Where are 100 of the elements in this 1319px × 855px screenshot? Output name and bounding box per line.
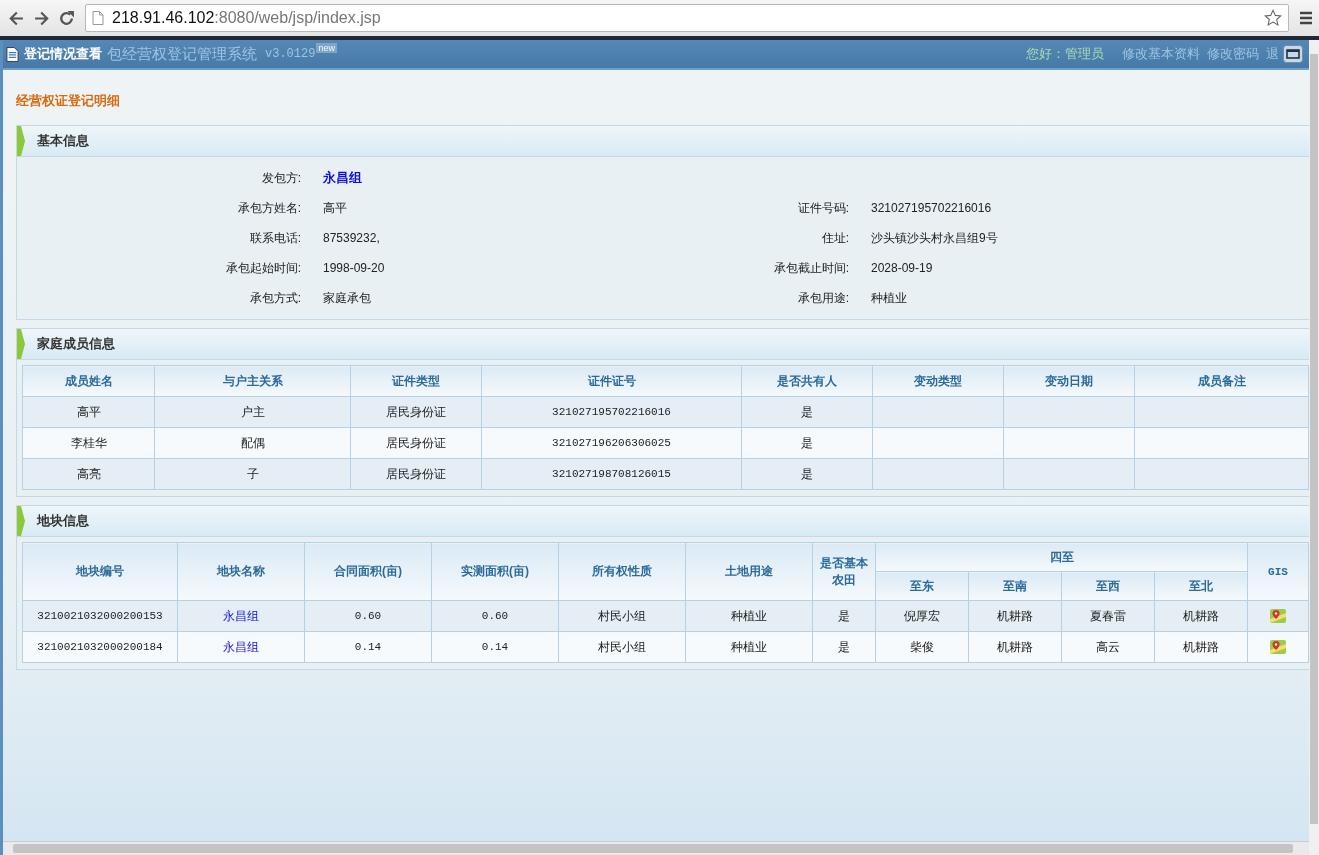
table-cell: 户主 <box>154 396 351 428</box>
table-cell: 0.14 <box>431 631 559 663</box>
section-title: 基本信息 <box>37 132 89 150</box>
table-cell: 321027195702216016 <box>481 396 742 428</box>
column-header: 是否基本农田 <box>812 542 876 601</box>
table-cell: 配偶 <box>154 427 351 459</box>
table-cell: 3210021032000200184 <box>22 631 178 663</box>
table-cell: 倪厚宏 <box>875 600 969 632</box>
table-cell: 0.60 <box>431 600 559 632</box>
user-name: 管理员 <box>1065 45 1104 63</box>
column-header: 变动类型 <box>872 365 1004 397</box>
document-icon <box>6 46 19 62</box>
field-link[interactable]: 永昌组 <box>323 169 703 187</box>
column-group-header: 四至 <box>875 542 1248 572</box>
table-cell: 3210021032000200153 <box>22 600 178 632</box>
field-label: 承包方式: <box>248 289 301 307</box>
table-cell: 居民身份证 <box>350 458 482 490</box>
field-label: 承包截止时间: <box>772 259 849 277</box>
table-cell: 是 <box>741 427 873 459</box>
vertical-scrollbar[interactable] <box>1309 40 1319 855</box>
page-icon <box>92 11 104 25</box>
table-cell: 是 <box>741 458 873 490</box>
section-marker-icon <box>17 329 25 359</box>
table-cell: 居民身份证 <box>350 396 482 428</box>
column-header: GIS <box>1247 542 1309 601</box>
field-label: 联系电话: <box>248 229 301 247</box>
section-marker-icon <box>17 126 25 156</box>
column-header: 证件证号 <box>481 365 742 397</box>
map-pin-icon[interactable] <box>1270 608 1286 624</box>
table-cell: 机耕路 <box>1154 600 1248 632</box>
column-header: 至东 <box>875 571 969 601</box>
table-cell: 0.14 <box>304 631 432 663</box>
table-cell: 机耕路 <box>968 631 1062 663</box>
column-header: 证件类型 <box>350 365 482 397</box>
column-header: 合同面积(亩) <box>304 542 432 601</box>
table-cell: 0.60 <box>304 600 432 632</box>
table-cell: 村民小组 <box>558 631 686 663</box>
field-label: 承包用途: <box>796 289 849 307</box>
field-value: 87539232, <box>323 231 381 245</box>
field-label: 承包方姓名: <box>236 199 301 217</box>
column-header: 所有权性质 <box>558 542 686 601</box>
field-label: 发包方: <box>260 169 301 187</box>
url-text: 218.91.46.102:8080/web/jsp/index.jsp <box>112 9 382 27</box>
section-title: 地块信息 <box>37 512 89 530</box>
column-header: 至西 <box>1061 571 1155 601</box>
map-pin-icon[interactable] <box>1270 639 1286 655</box>
version-label: v3.0129 <box>265 47 316 61</box>
column-header: 变动日期 <box>1003 365 1135 397</box>
table-cell: 高平 <box>22 396 155 428</box>
column-header: 成员姓名 <box>22 365 155 397</box>
star-icon[interactable] <box>1264 9 1282 27</box>
field-label: 住址: <box>820 229 849 247</box>
table-cell: 321027196206306025 <box>481 427 742 459</box>
table-cell: 是 <box>741 396 873 428</box>
field-value: 2028-09-19 <box>871 261 934 275</box>
table-cell: 李桂华 <box>22 427 155 459</box>
table-cell: 是 <box>812 600 876 632</box>
table-cell: 高亮 <box>22 458 155 490</box>
column-header: 土地用途 <box>685 542 813 601</box>
column-header: 至南 <box>968 571 1062 601</box>
table-cell: 子 <box>154 458 351 490</box>
column-header: 地块编号 <box>22 542 178 601</box>
column-header: 实测面积(亩) <box>431 542 559 601</box>
field-value: 家庭承包 <box>323 289 372 307</box>
dialog-title: 登记情况查看 <box>24 45 102 63</box>
new-badge: new <box>316 43 337 53</box>
table-cell: 村民小组 <box>558 600 686 632</box>
table-cell: 321027198708126015 <box>481 458 742 490</box>
field-label: 承包起始时间: <box>224 259 301 277</box>
plot-name-link[interactable]: 永昌组 <box>223 639 259 654</box>
table-cell: 机耕路 <box>968 600 1062 632</box>
field-label: 证件号码: <box>796 199 849 217</box>
table-cell: 种植业 <box>685 600 813 632</box>
plot-name-link[interactable]: 永昌组 <box>223 608 259 623</box>
section-marker-icon <box>17 506 25 536</box>
table-cell: 高云 <box>1061 631 1155 663</box>
address-bar[interactable]: 218.91.46.102:8080/web/jsp/index.jsp <box>85 4 1289 32</box>
horizontal-scrollbar[interactable] <box>3 841 1309 855</box>
field-value: 沙头镇沙头村永昌组9号 <box>871 229 999 247</box>
column-header: 与户主关系 <box>154 365 351 397</box>
section-title: 家庭成员信息 <box>37 335 115 353</box>
field-value: 种植业 <box>871 289 908 307</box>
table-cell: 种植业 <box>685 631 813 663</box>
forward-icon[interactable] <box>33 9 50 27</box>
table-cell: 柴俊 <box>875 631 969 663</box>
column-header: 成员备注 <box>1134 365 1309 397</box>
field-value: 1998-09-20 <box>323 261 386 275</box>
field-value: 321027195702216016 <box>871 201 993 215</box>
table-cell: 夏春雷 <box>1061 600 1155 632</box>
column-header: 是否共有人 <box>741 365 873 397</box>
page-title: 经营权证登记明细 <box>16 92 121 110</box>
table-cell: 机耕路 <box>1154 631 1248 663</box>
back-icon[interactable] <box>8 9 25 27</box>
app-title: 包经营权登记管理系统 <box>107 44 257 64</box>
maximize-icon[interactable] <box>1283 45 1303 63</box>
menu-icon[interactable] <box>1299 11 1313 25</box>
column-header: 至北 <box>1154 571 1248 601</box>
field-value: 高平 <box>323 199 348 217</box>
reload-icon[interactable] <box>58 9 75 27</box>
table-cell: 居民身份证 <box>350 427 482 459</box>
